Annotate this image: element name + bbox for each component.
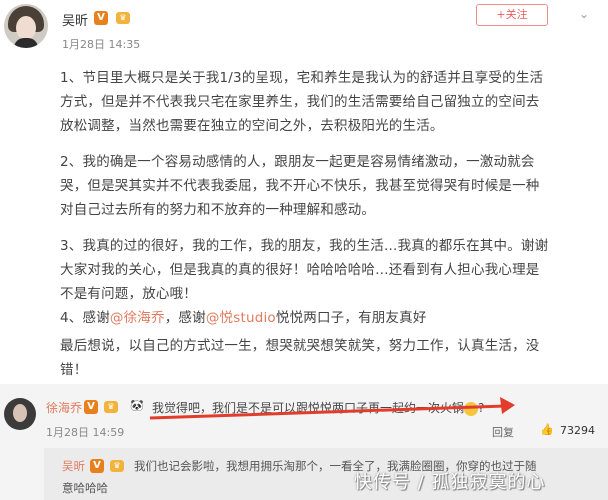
grin-emoji-icon: [464, 401, 479, 416]
post-line: 最后想说，以自己的方式过一生，想哭就哭想笑就笑，努力工作，认真生活，没: [60, 338, 540, 354]
post-line: 方式，但是并不代表我只宅在家里养生，我们的生活需要给自己留独立的空间去: [60, 94, 540, 110]
post-line-mentions: 4、感谢@徐海乔，感谢@悦studio悦悦两口子，有朋友真好: [60, 306, 427, 326]
member-level-icon: ♛: [116, 12, 130, 24]
thumbs-up-icon[interactable]: 👍: [540, 424, 554, 436]
comment-text: 我觉得吧，我们是不是可以跟悦悦两口子再一起约一次火锅?: [152, 401, 485, 416]
post-line: 错！: [60, 362, 88, 378]
verified-badge-icon: V: [90, 459, 104, 473]
panda-emoji-icon: 🐼: [130, 399, 144, 412]
verified-badge-icon: V: [94, 11, 108, 25]
author-name[interactable]: 吴昕: [62, 10, 88, 29]
reply-author[interactable]: 吴昕: [62, 458, 85, 474]
verified-badge-icon: V: [84, 400, 98, 414]
post-line: 对自己过去所有的努力和不放弃的一种理解和感动。: [60, 202, 376, 218]
post-line: 放松调整，当然也需要在独立的空间之外，去积极阳光的生活。: [60, 118, 444, 134]
thanks-text: 悦悦两口子，有朋友真好: [275, 310, 427, 326]
post-line: 2、我的确是一个容易动感情的人，跟朋友一起更是容易情绪激动，一激动就会: [60, 154, 535, 170]
chevron-down-icon[interactable]: ⌄: [576, 6, 592, 22]
commenter-name[interactable]: 徐海乔: [46, 399, 82, 416]
post-line: 哭，但是哭其实并不代表我委屈，我不开心不快乐，我甚至觉得哭有时候是一种: [60, 178, 540, 194]
thanks-text: ，感谢: [164, 310, 206, 326]
post-line: 不是有问题，放心哦！: [60, 286, 197, 302]
author-avatar[interactable]: [4, 4, 48, 48]
comment-body: 我觉得吧，我们是不是可以跟悦悦两口子再一起约一次火锅: [152, 401, 465, 415]
reply-button[interactable]: 回复: [492, 424, 514, 440]
follow-button[interactable]: +关注: [476, 4, 548, 26]
member-level-icon: ♛: [104, 401, 118, 413]
comment-timestamp: 1月28日 14:59: [46, 426, 125, 439]
post-timestamp: 1月28日 14:35: [62, 38, 141, 51]
reply-text-continued: 意哈哈哈: [62, 481, 108, 495]
mention-link[interactable]: @徐海乔: [110, 310, 165, 326]
follow-label: +关注: [496, 8, 528, 21]
thanks-text: 4、感谢: [60, 310, 110, 326]
mention-link[interactable]: @悦studio: [206, 310, 276, 326]
post-line: 1、节目里大概只是关于我1/3的呈现，宅和养生是我认为的舒适并且享受的生活: [60, 70, 544, 86]
like-count: 73294: [560, 424, 595, 437]
post-line: 3、我真的过的很好，我的工作，我的朋友，我的生活…我真的都乐在其中。谢谢: [60, 238, 549, 254]
member-level-icon: ♛: [110, 460, 124, 472]
commenter-avatar[interactable]: [4, 398, 36, 430]
post-line: 大家对我的关心，但是我真的真的很好！哈哈哈哈哈…还看到有人担心我心理是: [60, 262, 540, 278]
source-watermark: 快传号 / 孤独寂寞的心: [354, 472, 546, 493]
